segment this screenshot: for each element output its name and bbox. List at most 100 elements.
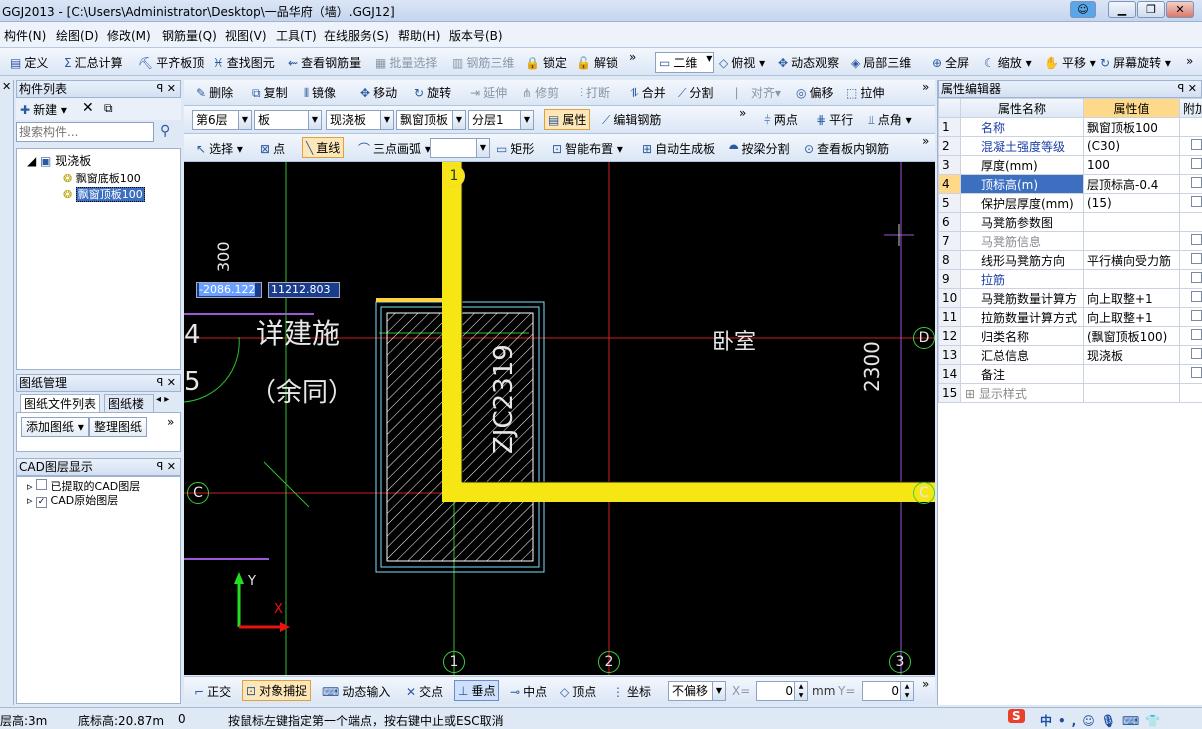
property-row[interactable]: 15 ⊞ 显示样式: [938, 383, 1202, 403]
sum-button[interactable]: Σ 汇总计算: [64, 54, 123, 71]
extra-checkbox[interactable]: [1191, 272, 1202, 283]
unlock-button[interactable]: 🔓 解锁: [576, 54, 618, 71]
extra-checkbox[interactable]: [1191, 310, 1202, 321]
property-row[interactable]: 8 线形马凳筋方向 平行横向受力筋: [938, 250, 1202, 270]
property-value[interactable]: [1083, 231, 1180, 251]
property-row[interactable]: 13 汇总信息 现浇板: [938, 345, 1202, 365]
offset-button[interactable]: ◎ 偏移: [796, 84, 834, 101]
dyn-input-toggle[interactable]: ⌨ 动态输入: [322, 683, 390, 700]
snap-toolbar-more[interactable]: »: [922, 677, 929, 691]
component-select[interactable]: 飘窗顶板 ▼: [396, 110, 466, 130]
y-input[interactable]: 0 ▲ ▼: [862, 681, 914, 701]
extra-checkbox[interactable]: [1191, 177, 1202, 188]
extra-checkbox[interactable]: [1191, 348, 1202, 359]
property-row[interactable]: 14 备注: [938, 364, 1202, 384]
property-value[interactable]: [1083, 212, 1180, 232]
property-value[interactable]: [1083, 364, 1180, 384]
edit-toolbar-more[interactable]: »: [922, 80, 929, 94]
mirror-button[interactable]: ⫴ 镜像: [304, 84, 336, 101]
property-row[interactable]: 6 马凳筋参数图: [938, 212, 1202, 232]
restore-icon[interactable]: ❐: [1137, 1, 1165, 18]
find-button[interactable]: ♓ 查找图元: [213, 54, 275, 71]
search-input[interactable]: [16, 122, 154, 142]
subtype-select[interactable]: 现浇板 ▼: [326, 110, 394, 130]
rotate-button[interactable]: ↻ 旋转: [414, 84, 451, 101]
property-row[interactable]: 3 厚度(mm) 100: [938, 155, 1202, 175]
screen-rotate-button[interactable]: ↻ 屏幕旋转 ▾: [1100, 54, 1171, 71]
menu-view[interactable]: 视图(V): [225, 27, 267, 44]
checkbox-checked[interactable]: ✓: [36, 497, 48, 508]
layer-select[interactable]: 分层1 ▼: [468, 110, 534, 130]
minimize-icon[interactable]: ▁: [1108, 1, 1136, 18]
organize-drawing-button[interactable]: 整理图纸: [89, 417, 148, 437]
zoom-button[interactable]: ☾ 缩放 ▾: [984, 54, 1032, 71]
menu-draw[interactable]: 绘图(D): [56, 27, 99, 44]
property-value[interactable]: (C30): [1083, 136, 1180, 156]
extra-checkbox[interactable]: [1191, 139, 1202, 150]
parallel-button[interactable]: ⋕ 平行: [816, 111, 853, 128]
type-select[interactable]: 板 ▼: [254, 110, 322, 130]
local3d-button[interactable]: ◈ 局部三维: [851, 54, 911, 71]
tree-item-bottom-slab[interactable]: ❂ 飘窗底板100: [63, 170, 141, 186]
by-beam-split-button[interactable]: ⯊ 按梁分割: [729, 140, 790, 157]
line-button[interactable]: ╲ 直线: [302, 137, 345, 158]
stretch-button[interactable]: ⬚ 拉伸: [846, 84, 884, 101]
property-value[interactable]: [1083, 269, 1180, 289]
copy-icon[interactable]: ⧉: [104, 101, 113, 116]
property-row[interactable]: 10 马凳筋数量计算方 向上取整+1: [938, 288, 1202, 308]
align-button[interactable]: ⎸ 对齐▾: [736, 84, 781, 101]
arc-button[interactable]: ⌒ 三点画弧 ▾: [358, 140, 431, 157]
delete-button[interactable]: ✎ 删除: [196, 84, 233, 101]
extend-button[interactable]: ⇥ 延伸: [470, 84, 507, 101]
property-row[interactable]: 12 归类名称 (飘窗顶板100): [938, 326, 1202, 346]
property-row[interactable]: 5 保护层厚度(mm) (15): [938, 193, 1202, 213]
trim-button[interactable]: ⋔ 修剪: [522, 84, 559, 101]
property-row[interactable]: 11 拉筋数量计算方式 向上取整+1: [938, 307, 1202, 327]
checkbox-unchecked[interactable]: [36, 479, 48, 490]
vertex-snap[interactable]: ◇ 顶点: [560, 683, 596, 700]
coord-snap[interactable]: ⋮ 坐标: [612, 683, 651, 700]
tree-root[interactable]: ◢ ▣ 现浇板: [27, 152, 91, 169]
add-drawing-button[interactable]: 添加图纸 ▾: [21, 417, 89, 437]
extra-checkbox[interactable]: [1191, 234, 1202, 245]
extra-checkbox[interactable]: [1191, 196, 1202, 207]
move-button[interactable]: ✥ 移动: [360, 84, 397, 101]
more-icon[interactable]: »: [167, 415, 174, 429]
menu-component[interactable]: 构件(N): [4, 27, 46, 44]
property-value[interactable]: 100: [1083, 155, 1180, 175]
property-value[interactable]: 平行横向受力筋: [1083, 250, 1180, 270]
top-view-button[interactable]: ◇ 俯视 ▾: [719, 54, 765, 71]
coord-input-x[interactable]: -2086.122: [196, 282, 262, 298]
toolbar-more[interactable]: »: [629, 50, 636, 64]
break-button[interactable]: ⫶ 打断: [580, 84, 610, 101]
rect-button[interactable]: ▭ 矩形: [496, 140, 534, 157]
extra-checkbox[interactable]: [1191, 367, 1202, 378]
point-button[interactable]: ⊠ 点: [260, 140, 285, 157]
property-row[interactable]: 2 混凝土强度等级 (C30): [938, 136, 1202, 156]
delete-icon[interactable]: ✕: [82, 100, 94, 116]
expand-icon[interactable]: ⊞: [965, 387, 979, 401]
dock-close-icon[interactable]: ✕: [2, 80, 11, 93]
select-button[interactable]: ↖ 选择 ▾: [196, 140, 243, 157]
arc-option-select[interactable]: ▼: [430, 138, 490, 158]
property-value[interactable]: 飘窗顶板100: [1083, 117, 1180, 137]
tab-scroll-arrows[interactable]: ◂ ▸: [156, 394, 169, 405]
extra-checkbox[interactable]: [1191, 329, 1202, 340]
property-row[interactable]: 1 名称 飘窗顶板100: [938, 117, 1202, 137]
property-value[interactable]: 现浇板: [1083, 345, 1180, 365]
drawing-canvas[interactable]: -2086.122 11212.803 详建施 （余同） 4 5 300 ZJC…: [184, 162, 935, 675]
pin-close-icons[interactable]: ꟼ ✕: [157, 375, 176, 391]
ortho-toggle[interactable]: ⌐ 正交: [194, 683, 231, 700]
flat-button[interactable]: ⛏ 平齐板顶: [138, 54, 204, 71]
point-angle-button[interactable]: ⫫ 点角 ▾: [868, 111, 912, 128]
define-button[interactable]: ▤ 定义: [10, 54, 48, 71]
merge-button[interactable]: ⥮ 合并: [630, 84, 666, 101]
search-icon[interactable]: ⚲: [160, 123, 170, 139]
pin-close-icons[interactable]: ꟼ ✕: [1178, 81, 1197, 97]
property-value[interactable]: (飘窗顶板100): [1083, 326, 1180, 346]
batch-button[interactable]: ▦ 批量选择: [375, 54, 437, 71]
ime-tray-icons[interactable]: 中•,☺🎙⌨👕: [1040, 712, 1166, 729]
object-snap-toggle[interactable]: ⊡ 对象捕捉: [242, 680, 312, 701]
rebar3d-button[interactable]: ▥ 钢筋三维: [452, 54, 514, 71]
cad-layer-original[interactable]: ▹ ✓ CAD原始图层: [27, 492, 118, 508]
